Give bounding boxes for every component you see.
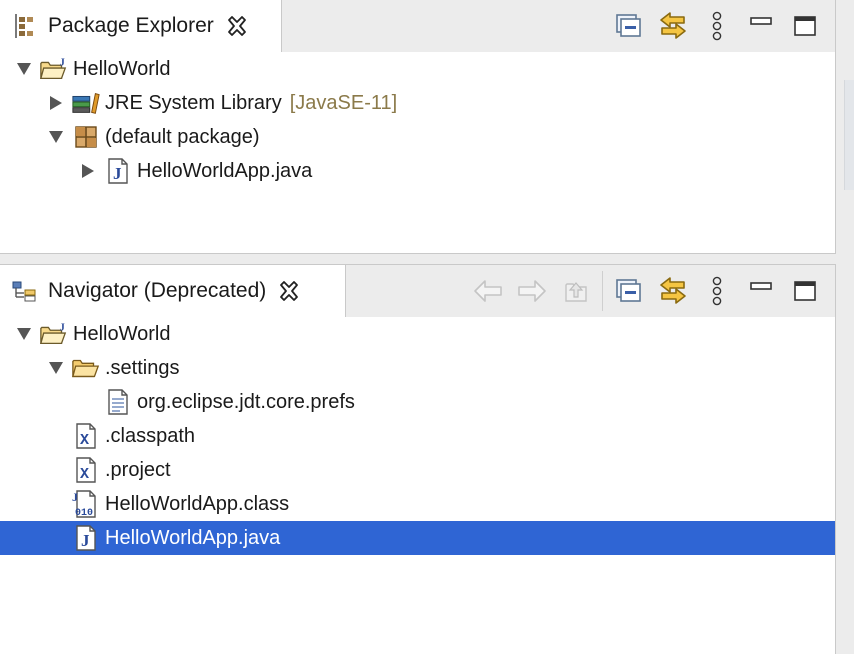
tree-item-settings-folder[interactable]: .settings [0,351,835,385]
class-file-icon: J 010 [71,490,101,519]
forward-icon[interactable] [510,269,554,313]
tree-item-label: HelloWorld [73,322,171,345]
link-with-editor-icon[interactable] [651,4,695,48]
tree-item-label: (default package) [105,125,260,148]
tab-package-explorer-title: Package Explorer [48,14,214,37]
close-icon[interactable] [226,15,248,37]
up-icon[interactable] [554,269,598,313]
tree-item-project-file[interactable]: X .project [0,453,835,487]
tree-item-project[interactable]: J HelloWorld [0,317,835,351]
chevron-down-icon[interactable] [15,325,33,343]
svg-text:X: X [80,432,89,449]
tree-item-jre-library[interactable]: JRE System Library [JavaSE-11] [0,86,835,120]
chevron-down-icon[interactable] [15,60,33,78]
svg-text:010: 010 [75,508,93,519]
package-explorer-toolbar [607,0,835,52]
tree-item-label: .settings [105,356,180,379]
view-menu-icon[interactable] [695,269,739,313]
java-project-icon: J [39,320,69,348]
collapse-all-icon[interactable] [607,4,651,48]
svg-text:J: J [72,490,78,504]
svg-text:J: J [113,164,122,183]
chevron-down-icon[interactable] [47,359,65,377]
tree-item-java-file[interactable]: J HelloWorldApp.java [0,154,835,188]
java-project-icon: J [39,55,69,83]
tree-item-default-package[interactable]: (default package) [0,120,835,154]
tree-item-prefs-file[interactable]: org.eclipse.jdt.core.prefs [0,385,835,419]
navigator-icon [10,276,40,306]
tree-item-label: HelloWorldApp.class [105,492,290,515]
minimize-icon[interactable] [739,269,783,313]
link-with-editor-icon[interactable] [651,269,695,313]
navigator-view: Navigator (Deprecated) J HelloWorld .set… [0,264,836,654]
toolbar-separator [602,271,603,311]
navigator-tree: J HelloWorld .settings org.eclipse.jdt.c… [0,317,835,555]
tree-item-classpath[interactable]: X .classpath [0,419,835,453]
tree-item-label: .project [105,458,171,481]
tab-navigator[interactable]: Navigator (Deprecated) [0,265,346,317]
jre-version-decoration: [JavaSE-11] [289,91,398,114]
library-icon [71,89,101,117]
java-file-icon: J [71,524,101,552]
navigator-toolbar [466,265,835,317]
svg-text:J: J [60,57,65,68]
xml-file-icon: X [71,422,101,450]
scrollbar[interactable] [844,80,854,190]
xml-file-icon: X [71,456,101,484]
maximize-icon[interactable] [783,4,827,48]
svg-text:J: J [81,531,90,550]
tree-item-class-file[interactable]: J 010 HelloWorldApp.class [0,487,835,521]
package-explorer-tree: J HelloWorld JRE System Library [JavaSE-… [0,52,835,188]
view-menu-icon[interactable] [695,4,739,48]
package-explorer-icon [10,11,40,41]
collapse-all-icon[interactable] [607,269,651,313]
text-file-icon [103,388,133,416]
maximize-icon[interactable] [783,269,827,313]
chevron-right-icon[interactable] [47,94,65,112]
back-icon[interactable] [466,269,510,313]
minimize-icon[interactable] [739,4,783,48]
navigator-header: Navigator (Deprecated) [0,265,835,317]
chevron-right-icon[interactable] [79,162,97,180]
tree-item-label: HelloWorld [73,57,171,80]
package-explorer-header: Package Explorer [0,0,835,52]
tree-item-label: HelloWorldApp.java [105,526,281,549]
package-icon [71,123,101,151]
svg-text:J: J [60,322,65,333]
tab-package-explorer[interactable]: Package Explorer [0,0,282,52]
package-explorer-view: Package Explorer J HelloWorld JRE System… [0,0,836,254]
tab-navigator-title: Navigator (Deprecated) [48,279,267,302]
chevron-down-icon[interactable] [47,128,65,146]
svg-text:X: X [80,466,89,483]
tree-item-label: HelloWorldApp.java [137,159,313,182]
tree-item-project[interactable]: J HelloWorld [0,52,835,86]
tree-item-label: .classpath [105,424,196,447]
close-icon[interactable] [278,280,300,302]
folder-icon [71,354,101,382]
tree-item-java-file[interactable]: J HelloWorldApp.java [0,521,835,555]
java-file-icon: J [103,157,133,185]
tree-item-label: org.eclipse.jdt.core.prefs [137,390,355,413]
tree-item-label: JRE System Library [105,91,282,114]
